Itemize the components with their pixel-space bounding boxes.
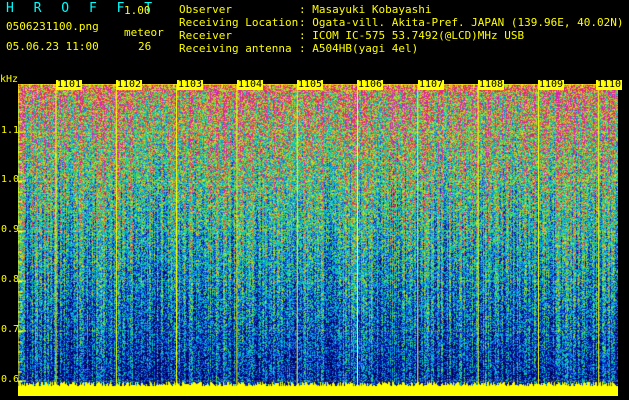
time-label: 1101 <box>56 79 83 90</box>
info-value: : A504HB(yagi 4el) <box>299 42 419 55</box>
y-tick-label: 0.6 <box>1 374 20 385</box>
time-label: 1108 <box>478 79 505 90</box>
info-value: : Ogata-vill. Akita-Pref. JAPAN (139.96E… <box>299 16 624 29</box>
time-label: 1103 <box>177 79 204 90</box>
info-label: Receiving antenna <box>179 42 292 55</box>
info-location: Receiving Location: Ogata-vill. Akita-Pr… <box>179 16 624 29</box>
time-label: 1110 <box>596 79 623 90</box>
y-tick-label: 0.9 <box>1 224 20 235</box>
info-value: : Masayuki Kobayashi <box>299 3 432 16</box>
meteor-label: meteor <box>124 26 164 39</box>
file-name: 0506231100.png <box>6 20 99 33</box>
time-label: 1107 <box>418 79 445 90</box>
y-tick-label: 0.7 <box>1 324 20 335</box>
time-label: 1104 <box>237 79 264 90</box>
time-label: 1106 <box>357 79 384 90</box>
spectrogram <box>18 84 618 396</box>
info-receiver: Receiver : ICOM IC-575 53.7492(@LCD)MHz U… <box>179 29 524 42</box>
y-tick-label: 1.0 <box>1 174 20 185</box>
y-tick-label: 1.1 <box>1 125 20 136</box>
timestamp: 05.06.23 11:00 <box>6 40 99 53</box>
info-observer: Observer : Masayuki Kobayashi <box>179 3 431 16</box>
frequency-unit: kHz <box>0 74 19 85</box>
info-antenna: Receiving antenna : A504HB(yagi 4el) <box>179 42 418 55</box>
y-tick-label: 0.8 <box>1 274 20 285</box>
app-version: 1.00 <box>124 4 151 17</box>
info-label: Observer <box>179 3 232 16</box>
time-label: 1109 <box>538 79 565 90</box>
time-label: 1102 <box>116 79 143 90</box>
info-label: Receiver <box>179 29 232 42</box>
spectrogram-grid <box>18 84 618 396</box>
time-label: 1105 <box>297 79 324 90</box>
meteor-count: 26 <box>138 40 152 53</box>
info-label: Receiving Location <box>179 16 299 29</box>
info-value: : ICOM IC-575 53.7492(@LCD)MHz USB <box>299 29 525 42</box>
